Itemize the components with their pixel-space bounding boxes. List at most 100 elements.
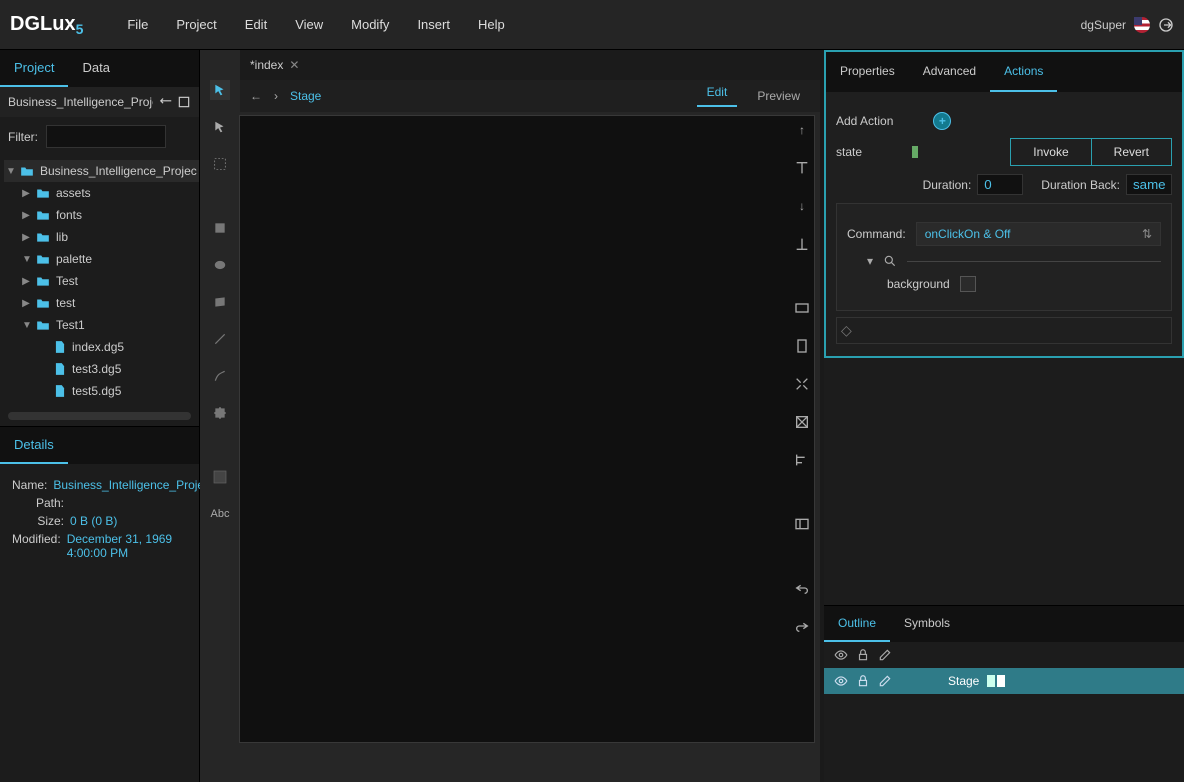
- nav-back-icon[interactable]: ←: [250, 89, 264, 103]
- menu-insert[interactable]: Insert: [417, 17, 450, 32]
- expand-icon[interactable]: ▶: [22, 210, 30, 221]
- tree-file-test5[interactable]: test5.dg5: [4, 380, 199, 402]
- pen-tool-icon[interactable]: [210, 366, 230, 386]
- revert-button[interactable]: Revert: [1091, 139, 1171, 165]
- align-bottom-icon[interactable]: [792, 234, 812, 254]
- visibility-icon[interactable]: [834, 648, 848, 662]
- tree-label: Test1: [56, 318, 85, 332]
- arrow-up-icon[interactable]: ↑: [792, 120, 812, 140]
- arrow-down-icon[interactable]: ↓: [792, 196, 812, 216]
- tab-symbols[interactable]: Symbols: [890, 606, 964, 642]
- center-area: Abc *index ✕ ← › Stage Edit Preview: [200, 50, 820, 782]
- line-tool-icon[interactable]: [210, 329, 230, 349]
- expand-icon[interactable]: ▶: [22, 276, 30, 287]
- fit-width-icon[interactable]: [792, 298, 812, 318]
- command-select[interactable]: onClickOn & Off ⇅: [916, 222, 1161, 246]
- fit-height-icon[interactable]: [792, 336, 812, 356]
- lock-icon[interactable]: [856, 674, 870, 688]
- close-tab-icon[interactable]: ✕: [289, 58, 299, 72]
- stage-bar: ← › Stage Edit Preview: [240, 80, 820, 112]
- logout-icon[interactable]: [1158, 17, 1174, 33]
- puzzle-tool-icon[interactable]: [210, 403, 230, 423]
- duration-input[interactable]: [977, 174, 1023, 195]
- tab-details[interactable]: Details: [0, 427, 68, 464]
- expand-icon[interactable]: ▼: [22, 320, 30, 331]
- tree-folder-fonts[interactable]: ▶fonts: [4, 204, 199, 226]
- direct-select-tool-icon[interactable]: [210, 117, 230, 137]
- redo-icon[interactable]: [792, 616, 812, 636]
- marquee-tool-icon[interactable]: [210, 154, 230, 174]
- tree-label: test: [56, 296, 75, 310]
- tree-folder-lib[interactable]: ▶lib: [4, 226, 199, 248]
- up-level-icon[interactable]: [159, 95, 173, 109]
- tab-project[interactable]: Project: [0, 50, 68, 87]
- expand-icon[interactable]: [792, 374, 812, 394]
- tree-folder-test-upper[interactable]: ▶ Test: [4, 270, 199, 292]
- lock-icon[interactable]: [856, 648, 870, 662]
- tree-label: palette: [56, 252, 92, 266]
- tab-advanced[interactable]: Advanced: [909, 52, 990, 92]
- swatch-tool-icon[interactable]: [210, 467, 230, 487]
- stage-canvas[interactable]: [240, 116, 814, 742]
- menu-modify[interactable]: Modify: [351, 17, 389, 32]
- tab-actions[interactable]: Actions: [990, 52, 1057, 92]
- expand-icon[interactable]: ▶: [22, 232, 30, 243]
- reorder-handle-row[interactable]: ◇: [836, 317, 1172, 344]
- nav-forward-icon[interactable]: ›: [274, 89, 280, 103]
- tree-folder-palette[interactable]: ▼ palette: [4, 248, 199, 270]
- rectangle-tool-icon[interactable]: [210, 218, 230, 238]
- tab-outline[interactable]: Outline: [824, 606, 890, 642]
- menu-help[interactable]: Help: [478, 17, 505, 32]
- add-action-button[interactable]: +: [933, 112, 951, 130]
- home-icon[interactable]: [177, 95, 191, 109]
- locale-flag-icon[interactable]: [1134, 17, 1150, 33]
- expand-icon[interactable]: ▶: [22, 188, 30, 199]
- add-action-label: Add Action: [836, 114, 893, 128]
- menu-project[interactable]: Project: [176, 17, 216, 32]
- align-left-icon[interactable]: [792, 450, 812, 470]
- tree-scrollbar[interactable]: [8, 412, 191, 420]
- collapse-icon[interactable]: ▾: [867, 254, 873, 268]
- invoke-button[interactable]: Invoke: [1011, 139, 1090, 165]
- menu-view[interactable]: View: [295, 17, 323, 32]
- stage-breadcrumb[interactable]: Stage: [290, 89, 321, 103]
- tree-file-index[interactable]: index.dg5: [4, 336, 199, 358]
- undo-icon[interactable]: [792, 578, 812, 598]
- text-tool-icon[interactable]: Abc: [210, 504, 230, 524]
- background-swatch[interactable]: [960, 276, 976, 292]
- select-tool-icon[interactable]: [210, 80, 230, 100]
- tree-folder-assets[interactable]: ▶assets: [4, 182, 199, 204]
- tree-folder-test1[interactable]: ▼ Test1: [4, 314, 199, 336]
- panel-icon[interactable]: [792, 514, 812, 534]
- tab-data[interactable]: Data: [68, 50, 123, 87]
- expand-icon[interactable]: ▶: [22, 298, 30, 309]
- document-tab[interactable]: *index ✕: [250, 58, 299, 72]
- filter-input[interactable]: [46, 125, 166, 148]
- ellipse-tool-icon[interactable]: [210, 255, 230, 275]
- tab-properties[interactable]: Properties: [826, 52, 909, 92]
- file-icon: [54, 384, 66, 398]
- polygon-tool-icon[interactable]: [210, 292, 230, 312]
- tree-label: Test: [56, 274, 78, 288]
- duration-back-input[interactable]: [1126, 174, 1172, 195]
- filter-row: Filter:: [0, 117, 199, 156]
- visibility-icon[interactable]: [834, 674, 848, 688]
- tree-file-test3[interactable]: test3.dg5: [4, 358, 199, 380]
- search-icon[interactable]: [883, 254, 897, 268]
- breadcrumb-text[interactable]: Business_Intelligence_Project: [8, 95, 153, 109]
- tree-folder-test-lower[interactable]: ▶ test: [4, 292, 199, 314]
- tree-label: test5.dg5: [72, 384, 121, 398]
- edit-icon[interactable]: [878, 674, 892, 688]
- menu-edit[interactable]: Edit: [245, 17, 267, 32]
- expand-icon[interactable]: ▼: [6, 166, 14, 177]
- details-name-value: Business_Intelligence_Proje: [53, 478, 204, 492]
- align-top-icon[interactable]: [792, 158, 812, 178]
- folder-icon: [36, 187, 50, 199]
- expand-icon[interactable]: ▼: [22, 254, 30, 265]
- tree-root[interactable]: ▼ Business_Intelligence_Projec: [4, 160, 199, 182]
- cross-box-icon[interactable]: [792, 412, 812, 432]
- menu-file[interactable]: File: [127, 17, 148, 32]
- outline-item-stage[interactable]: Stage: [824, 668, 1184, 694]
- edit-icon[interactable]: [878, 648, 892, 662]
- mode-edit[interactable]: Edit: [697, 85, 738, 107]
